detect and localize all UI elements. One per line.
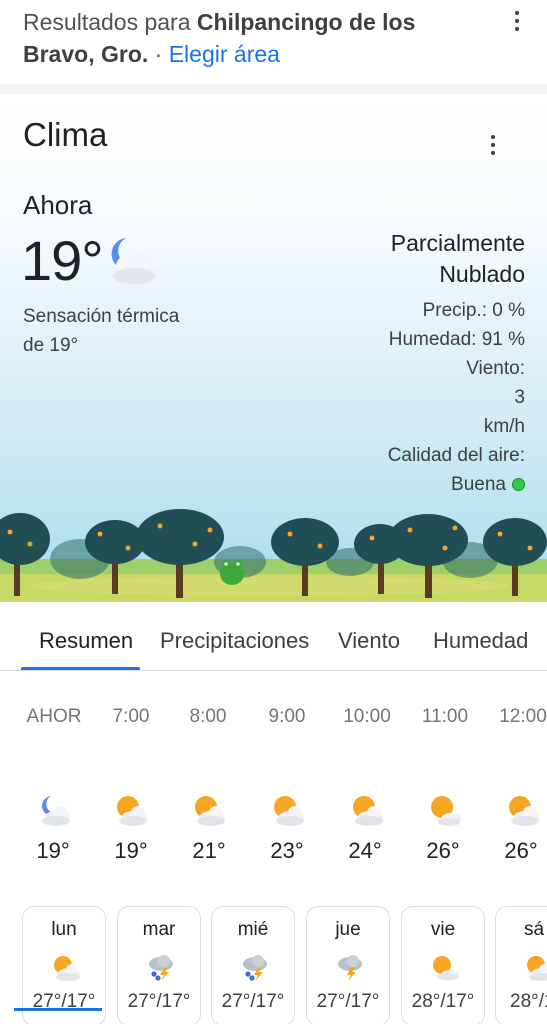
search-header: Resultados para Chilpancingo de los Bravo… [0, 0, 547, 84]
sun-cloud-icon [54, 956, 80, 981]
hour-label: 12:00 [499, 706, 547, 727]
weather-scene-illustration [0, 509, 547, 604]
change-area-link[interactable]: Elegir área [169, 41, 280, 67]
hour-temp: 19° [114, 838, 148, 863]
hour-temp: 24° [348, 838, 382, 863]
tab-precipitaciones[interactable]: Precipitaciones [160, 628, 309, 654]
day-name: mar [142, 919, 176, 940]
feels-like-text: Sensación térmica de 19° [23, 306, 180, 356]
day-card-mie[interactable]: mié 27°/17° [211, 906, 295, 1024]
hour-temp: 23° [270, 838, 304, 863]
humidity-value: Humedad: 91 % [388, 329, 525, 350]
sun-cloud-icon [431, 796, 461, 826]
day-card-lun[interactable]: lun 27°/17° [22, 906, 106, 1024]
moon-cloud-icon [42, 796, 70, 826]
place-name-line2: Bravo, Gro. [23, 41, 149, 67]
day-name: lun [51, 919, 77, 940]
hour-label: AHOR [26, 706, 82, 727]
active-tab-indicator [21, 667, 140, 670]
tab-humedad[interactable]: Humedad [433, 628, 528, 654]
sun-cloud-icon [527, 956, 547, 981]
hour-label: 9:00 [268, 706, 306, 727]
wind-value: 3 [514, 387, 525, 408]
air-quality-label: Calidad del aire: [387, 445, 525, 466]
condition-text: Parcialmente Nublado [390, 230, 525, 287]
current-temperature: 19° [21, 229, 104, 292]
air-quality-dot-icon [512, 478, 525, 491]
weather-title: Clima [23, 116, 108, 153]
hour-label: 8:00 [189, 706, 227, 727]
wind-label: Viento: [466, 358, 525, 379]
results-prefix: Resultados para [23, 9, 197, 35]
sun-cloud-icon [353, 796, 383, 826]
place-name-line1: Chilpancingo de los [196, 9, 416, 35]
weather-hero: Clima Ahora 19° Sensación térmica de 19° … [0, 94, 547, 604]
storm-rain-icon [243, 955, 267, 981]
hour-label: 7:00 [112, 706, 150, 727]
section-divider [0, 84, 547, 94]
weather-card: Clima Ahora 19° Sensación térmica de 19° … [0, 94, 547, 1024]
hour-temp: 26° [504, 838, 538, 863]
hour-temp: 19° [36, 838, 70, 863]
storm-rain-icon [149, 955, 173, 981]
day-card-mar[interactable]: mar 27°/17° [117, 906, 201, 1024]
sun-cloud-icon [509, 796, 539, 826]
air-quality-value: Buena [451, 474, 506, 495]
day-name: sá [524, 919, 545, 940]
day-card-vie[interactable]: vie 28°/17° [401, 906, 485, 1024]
day-card-jue[interactable]: jue 27°/17° [306, 906, 390, 1024]
now-label: Ahora [23, 190, 93, 220]
day-name: mié [237, 919, 269, 940]
hour-label: 10:00 [343, 706, 391, 727]
hour-temp: 26° [426, 838, 460, 863]
sun-cloud-icon [433, 956, 459, 981]
weather-details: Precip.: 0 % Humedad: 91 % Viento: 3 km/… [285, 296, 525, 499]
day-temps: 27°/17° [316, 991, 380, 1012]
tab-viento[interactable]: Viento [338, 628, 400, 654]
storm-icon [338, 955, 362, 981]
sun-cloud-icon [195, 796, 225, 826]
day-temps: 28°/17° [510, 991, 547, 1012]
wind-unit: km/h [483, 416, 525, 437]
day-temps: 27°/17° [127, 991, 191, 1012]
sun-cloud-icon [274, 796, 304, 826]
selected-day-indicator [14, 1008, 102, 1011]
day-name: vie [430, 919, 456, 940]
hour-temp: 21° [192, 838, 226, 863]
tab-resumen[interactable]: Resumen [39, 628, 133, 654]
day-card-sab[interactable]: sá 28°/17° [495, 906, 547, 1024]
day-name: jue [335, 919, 361, 940]
more-options-icon[interactable] [507, 8, 527, 34]
weather-tabs: Resumen Precipitaciones Viento Humedad [0, 602, 547, 671]
results-for-text: Resultados para Chilpancingo de los Bravo… [23, 6, 483, 70]
weather-more-options-icon[interactable] [483, 132, 503, 158]
sun-cloud-icon [117, 796, 147, 826]
day-temps: 27°/17° [221, 991, 285, 1012]
precipitation-value: Precip.: 0 % [422, 300, 525, 321]
day-temps: 28°/17° [411, 991, 475, 1012]
hour-label: 11:00 [421, 706, 469, 727]
separator-dot: · [148, 41, 169, 67]
moon-cloud-icon [111, 238, 156, 284]
